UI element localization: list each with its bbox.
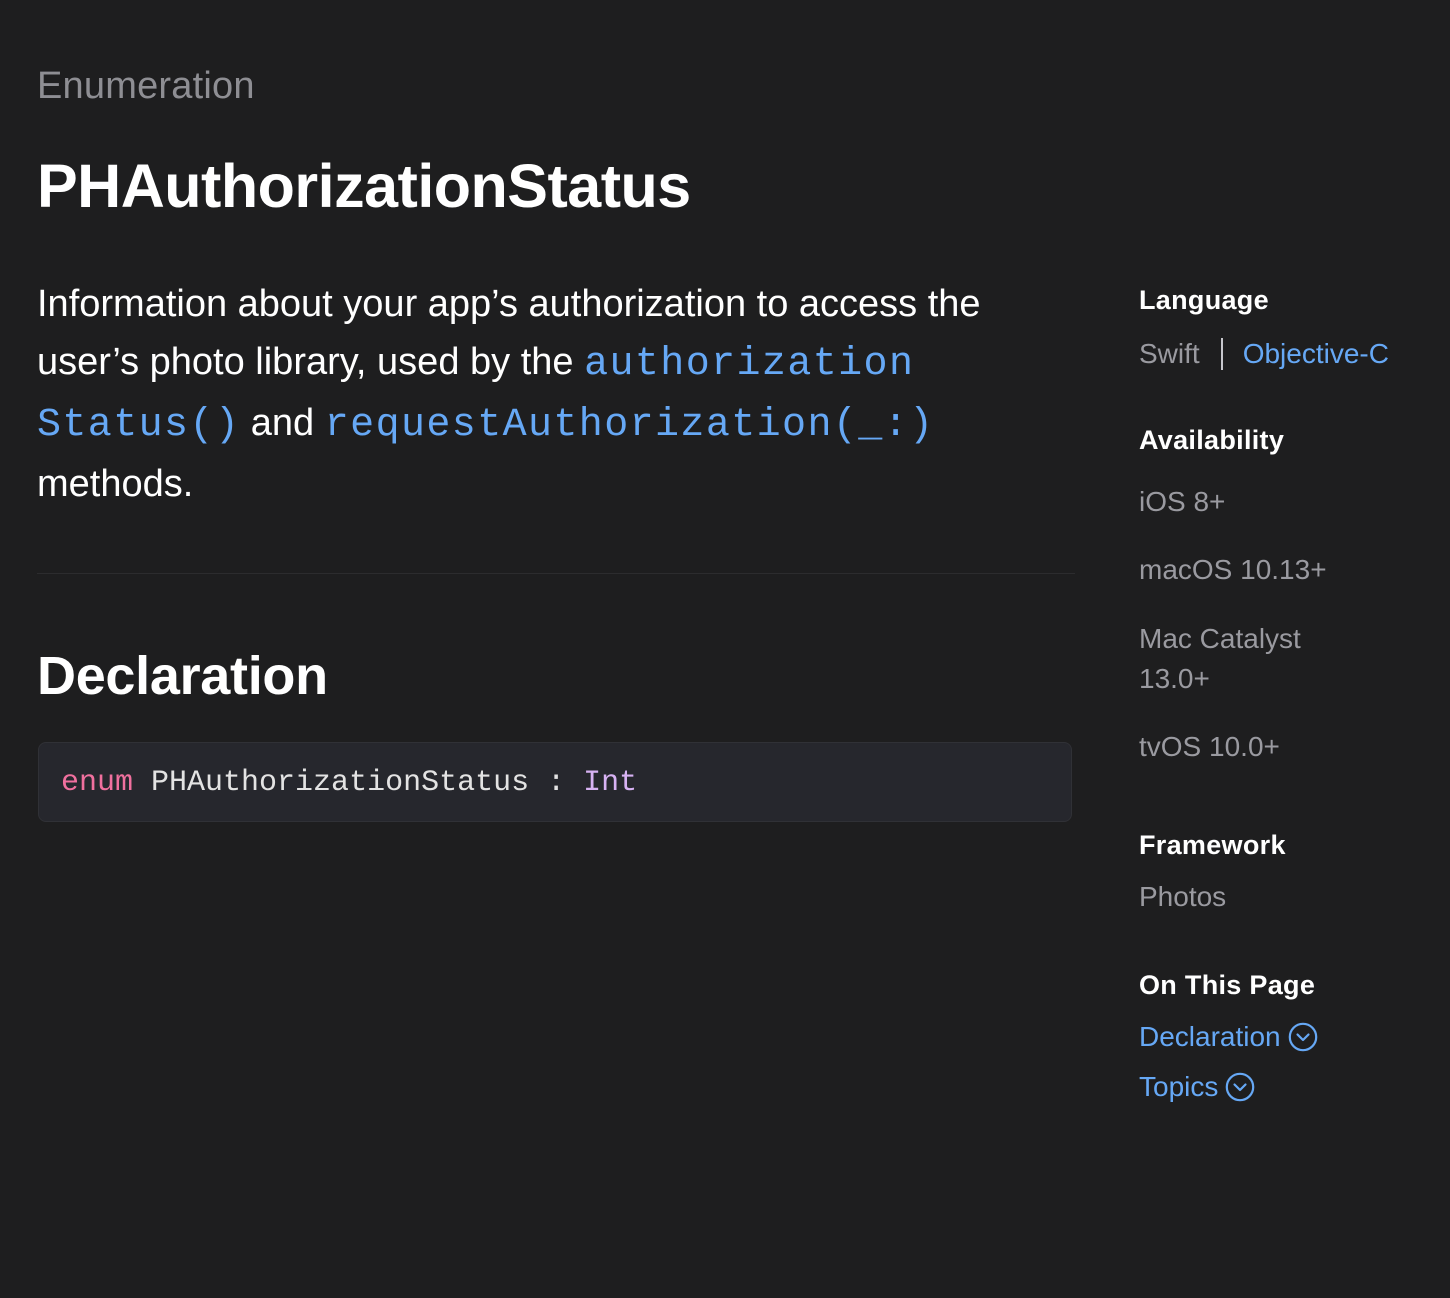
language-heading: Language — [1139, 285, 1269, 315]
framework-heading: Framework — [1139, 830, 1286, 860]
framework-photos: Photos — [1139, 881, 1227, 912]
abstract-text-3: methods. — [37, 463, 194, 505]
availability-heading: Availability — [1139, 425, 1285, 455]
language-swift: Swift — [1139, 338, 1200, 369]
code-identifier: PHAuthorizationStatus — [151, 766, 530, 800]
code-colon: : — [547, 766, 566, 800]
declaration-code-block: enum PHAuthorizationStatus : Int — [38, 742, 1072, 822]
availability-tvos: tvOS 10.0+ — [1139, 731, 1280, 762]
on-this-page-heading: On This Page — [1139, 970, 1316, 1000]
abstract-text-2: and — [240, 402, 325, 444]
section-divider — [37, 573, 1075, 574]
language-switcher: Swift Objective-C — [1139, 334, 1389, 374]
chevron-down-circle-icon[interactable] — [1288, 1022, 1318, 1052]
abstract: Information about your app’s authorizati… — [37, 275, 1077, 513]
toc-link-topics-label[interactable]: Topics — [1139, 1067, 1218, 1107]
chevron-down-circle-icon[interactable] — [1225, 1072, 1255, 1102]
language-separator — [1220, 338, 1223, 370]
declaration-heading: Declaration — [37, 646, 328, 706]
availability-mac-catalyst: Mac Catalyst — [1139, 623, 1301, 654]
language-objective-c-link[interactable]: Objective-C — [1243, 334, 1389, 374]
symbol-kind-eyebrow: Enumeration — [37, 65, 255, 107]
availability-macos: macOS 10.13+ — [1139, 554, 1327, 585]
request-authorization-link[interactable]: requestAuthorization(_:) — [325, 403, 935, 448]
toc-link-declaration-label[interactable]: Declaration — [1139, 1017, 1281, 1057]
toc-link-declaration[interactable]: Declaration — [1139, 1017, 1318, 1057]
toc-link-topics[interactable]: Topics — [1139, 1067, 1255, 1107]
availability-mac-catalyst-version: 13.0+ — [1139, 663, 1210, 694]
page-title: PHAuthorizationStatus — [37, 152, 691, 220]
code-keyword: enum — [61, 766, 134, 800]
documentation-page: Enumeration PHAuthorizationStatus Inform… — [0, 0, 1450, 1298]
code-type-int[interactable]: Int — [583, 766, 637, 800]
availability-ios: iOS 8+ — [1139, 486, 1226, 517]
